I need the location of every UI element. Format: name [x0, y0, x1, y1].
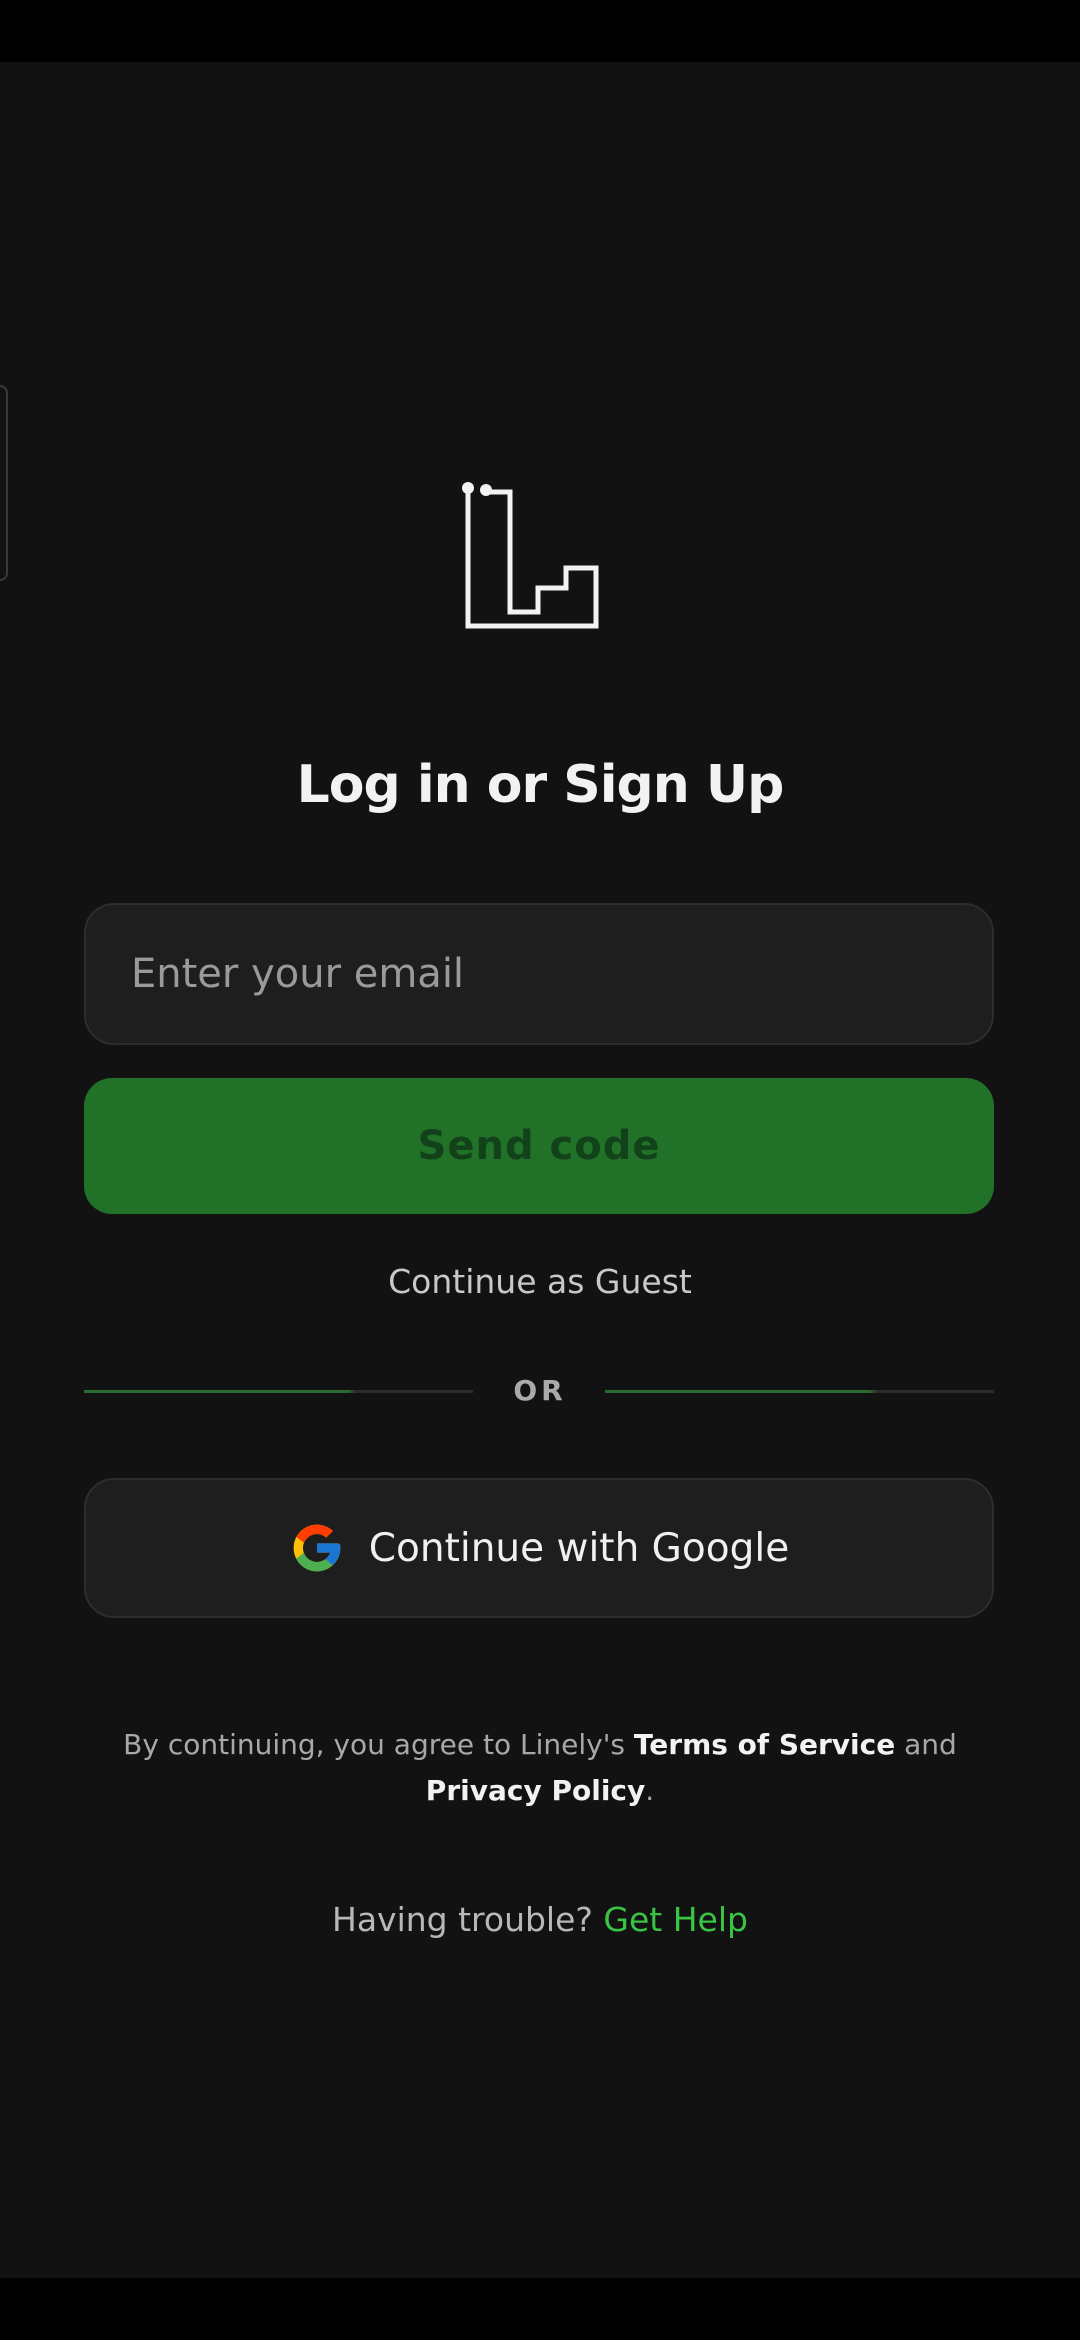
divider-left [84, 1390, 473, 1393]
continue-with-google-button[interactable]: Continue with Google [84, 1478, 994, 1618]
help-question: Having trouble? [332, 1900, 593, 1939]
email-input[interactable] [84, 903, 994, 1045]
legal-prefix: By continuing, you agree to Linely's [123, 1728, 625, 1761]
legal-notice: By continuing, you agree to Linely's Ter… [120, 1722, 960, 1814]
status-bar [0, 0, 1080, 62]
terms-of-service-link[interactable]: Terms of Service [634, 1728, 895, 1761]
google-g-icon [293, 1524, 341, 1572]
divider-right [605, 1390, 994, 1393]
continue-as-guest-link[interactable]: Continue as Guest [0, 1262, 1080, 1301]
edge-panel-handle[interactable] [0, 385, 8, 581]
send-code-label: Send code [417, 1123, 661, 1169]
privacy-policy-link[interactable]: Privacy Policy [426, 1774, 645, 1807]
google-button-label: Continue with Google [368, 1525, 790, 1571]
get-help-link[interactable]: Get Help [603, 1900, 748, 1939]
or-divider-label: OR [513, 1374, 567, 1407]
legal-suffix: . [645, 1774, 655, 1807]
legal-and: and [904, 1728, 957, 1761]
send-code-button[interactable]: Send code [84, 1078, 994, 1214]
linely-logo-icon [462, 482, 599, 629]
navigation-bar [0, 2278, 1080, 2340]
help-row: Having trouble? Get Help [0, 1900, 1080, 1939]
page-title: Log in or Sign Up [296, 755, 785, 815]
